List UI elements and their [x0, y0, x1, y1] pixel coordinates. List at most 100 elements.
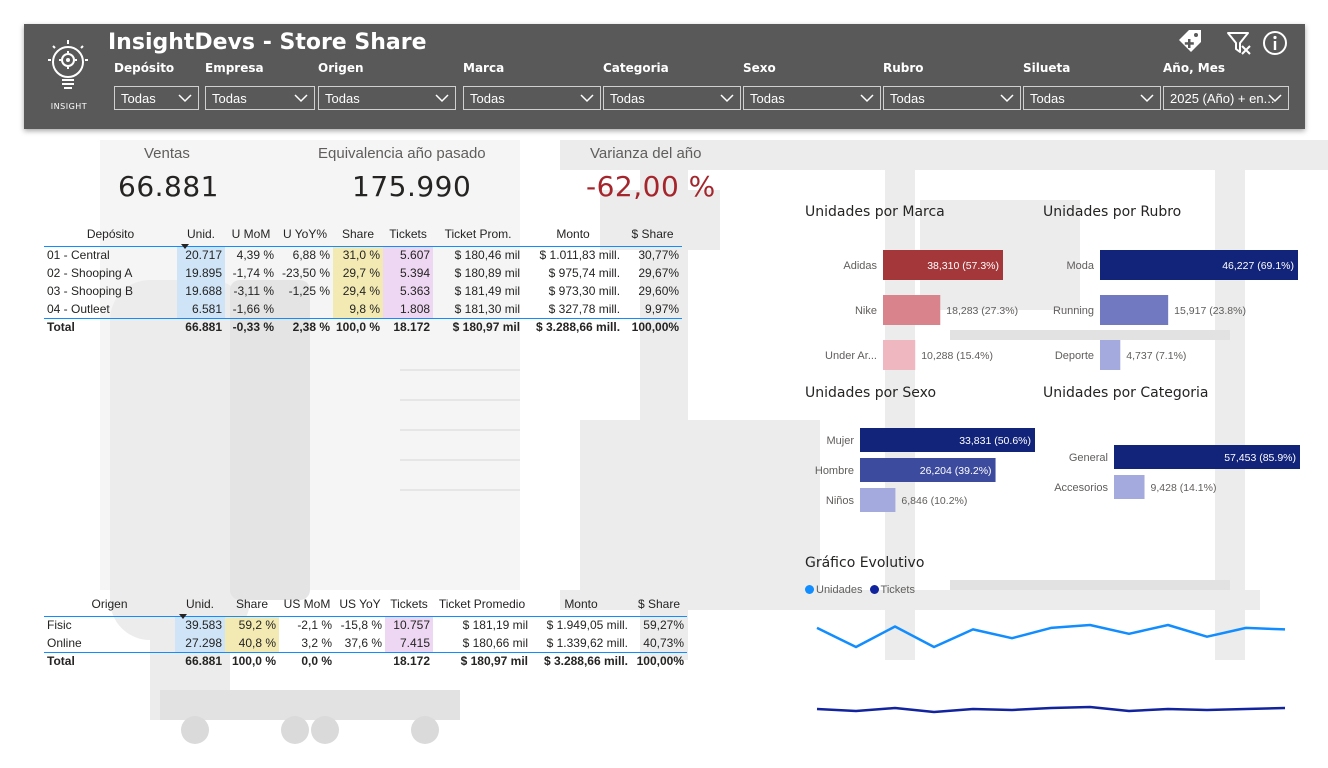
- filter-dropdown[interactable]: Todas: [883, 86, 1021, 110]
- chart-title-evolutivo: Gráfico Evolutivo: [805, 555, 925, 571]
- table-cell: 4,39 %: [236, 248, 274, 263]
- filter-dropdown[interactable]: Todas: [743, 86, 881, 110]
- total-row[interactable]: Total 66.881 100,0 % 0,0 % 18.172 $ 180,97 mi…: [44, 651, 687, 670]
- table-cell: -2,1 %: [297, 618, 332, 633]
- filter-dropdown[interactable]: Todas: [463, 86, 601, 110]
- column-header[interactable]: Share: [333, 222, 384, 247]
- table-cell: $ 180,66 mil: [462, 635, 528, 650]
- filter-value: 2025 (Año) + en...: [1170, 91, 1275, 106]
- filter-label: Sexo: [743, 61, 776, 75]
- sexo-category-label: Niños: [826, 495, 855, 507]
- categoria-data-label: 9,428 (14.1%): [1151, 482, 1217, 494]
- column-header-label: Depósito: [86, 226, 135, 241]
- clear-filter-icon[interactable]: [1226, 30, 1252, 56]
- filter-dropdown[interactable]: Todas: [1023, 86, 1161, 110]
- rubro-bar[interactable]: [1100, 295, 1169, 325]
- filter-dropdown[interactable]: 2025 (Año) + en...: [1163, 86, 1289, 110]
- filter-value: Todas: [212, 91, 247, 106]
- table-cell: 9,97%: [645, 301, 680, 316]
- table-row[interactable]: 01 - Central 20.717 4,39 % 6,88 % 31,0 % 5.60…: [44, 246, 682, 264]
- marca-category-label: Under Ar...: [825, 350, 877, 362]
- column-header[interactable]: Unid.: [177, 222, 225, 249]
- rubro-data-label: 46,227 (69.1%): [1222, 260, 1294, 272]
- column-header-label: U MoM: [231, 226, 271, 241]
- chevron-down-icon: [720, 94, 734, 103]
- marca-data-label: 18,283 (27.3%): [946, 305, 1018, 317]
- table-row[interactable]: 02 - Shooping A 19.895 -1,74 % -23,50 % 29,7…: [44, 264, 682, 282]
- filter-1: Depósito Todas: [114, 61, 199, 111]
- column-header[interactable]: $ Share: [631, 592, 687, 617]
- column-header[interactable]: Monto: [523, 222, 624, 247]
- sexo-bar[interactable]: [860, 488, 896, 512]
- filter-dropdown[interactable]: Todas: [318, 86, 456, 110]
- chart-title-categoria: Unidades por Categoria: [1043, 385, 1209, 401]
- rubro-category-label: Deporte: [1055, 350, 1094, 362]
- filter-4: Marca Todas: [463, 61, 601, 111]
- column-header[interactable]: Tickets: [383, 222, 434, 247]
- table-cell: -23,50 %: [281, 266, 330, 280]
- marca-data-label: 38,310 (57.3%): [927, 260, 999, 272]
- table-cell: 40,73%: [643, 635, 684, 650]
- column-header[interactable]: Monto: [531, 592, 631, 617]
- column-header[interactable]: Share: [225, 592, 279, 617]
- column-header[interactable]: U YoY%: [277, 222, 333, 247]
- evolutivo-line-chart: [816, 623, 1286, 714]
- table-cell: 100,00%: [631, 651, 687, 670]
- marca-category-label: Adidas: [843, 260, 877, 272]
- sexo-category-label: Hombre: [815, 465, 854, 477]
- info-icon[interactable]: [1262, 30, 1288, 56]
- table-cell: 5.363: [383, 282, 434, 300]
- filter-label: Categoria: [603, 61, 669, 75]
- column-header[interactable]: U MoM: [225, 222, 277, 247]
- evolutivo-legend: Unidades Tickets: [805, 584, 915, 596]
- filter-dropdown[interactable]: Todas: [205, 86, 315, 110]
- legend-item-tickets[interactable]: Tickets: [869, 584, 915, 596]
- table-row[interactable]: Online 27.298 40,8 % 3,2 % 37,6 % 7.415 $ 180,…: [44, 634, 687, 652]
- table-cell: 19.688: [177, 282, 225, 300]
- table-row[interactable]: Fisic 39.583 59,2 % -2,1 % -15,8 % 10.757 $ 18…: [44, 616, 687, 634]
- table-cell: 27.298: [175, 634, 225, 652]
- table-cell: $ 327,78 mill.: [548, 301, 621, 316]
- table-cell: 18.172: [385, 651, 433, 670]
- table-row[interactable]: 03 - Shooping B 19.688 -3,11 % -1,25 % 29,4 …: [44, 282, 682, 300]
- column-header[interactable]: Depósito: [44, 222, 177, 247]
- series-line-unidades[interactable]: [816, 623, 1286, 649]
- column-header-label: Share: [235, 596, 269, 611]
- table-cell: -1,66 %: [232, 301, 274, 316]
- marca-bar[interactable]: [883, 340, 916, 370]
- column-header[interactable]: Origen: [44, 592, 175, 617]
- column-header[interactable]: Tickets: [385, 592, 433, 617]
- legend-item-unidades[interactable]: Unidades: [805, 584, 862, 596]
- table-cell: 2,38 %: [277, 317, 333, 336]
- column-header[interactable]: Ticket Promedio: [433, 592, 531, 617]
- insight-logo-icon: [48, 40, 88, 89]
- column-header-label: Unid.: [185, 596, 214, 611]
- filter-6: Sexo Todas: [743, 61, 881, 111]
- column-header[interactable]: US MoM: [279, 592, 335, 617]
- categoria-bar[interactable]: [1114, 475, 1145, 499]
- filter-dropdown[interactable]: Todas: [603, 86, 741, 110]
- chart-title-marca: Unidades por Marca: [805, 204, 945, 220]
- column-header[interactable]: US YoY: [335, 592, 385, 617]
- sexo-data-label: 33,831 (50.6%): [959, 435, 1031, 447]
- tag-plus-icon[interactable]: [1176, 28, 1204, 56]
- table-cell: 02 - Shooping A: [47, 266, 133, 280]
- table-row[interactable]: 04 - Outleet 6.581 -1,66 % 9,8 % 1.808 $ 181,…: [44, 300, 682, 318]
- column-header-label: $ Share: [637, 596, 681, 611]
- column-header[interactable]: Ticket Prom.: [433, 222, 524, 247]
- sexo-data-label: 6,846 (10.2%): [901, 495, 967, 507]
- table-cell: 66.881: [177, 317, 225, 336]
- marca-bar[interactable]: [883, 295, 941, 325]
- column-header-label: Ticket Promedio: [438, 596, 526, 611]
- series-line-tickets[interactable]: [816, 705, 1286, 714]
- rubro-bar[interactable]: [1100, 340, 1121, 370]
- filter-value: Todas: [121, 91, 156, 106]
- legend-dot-tickets: [869, 585, 879, 594]
- total-row[interactable]: Total 66.881 -0,33 % 2,38 % 100,0 % 18.172 $ 1…: [44, 317, 683, 336]
- column-header[interactable]: $ Share: [623, 222, 683, 247]
- column-header[interactable]: Unid.: [175, 592, 225, 619]
- column-header-label: Tickets: [389, 226, 427, 241]
- filter-label: Silueta: [1023, 61, 1071, 75]
- filter-dropdown[interactable]: Todas: [114, 86, 199, 110]
- rubro-category-label: Moda: [1066, 260, 1094, 272]
